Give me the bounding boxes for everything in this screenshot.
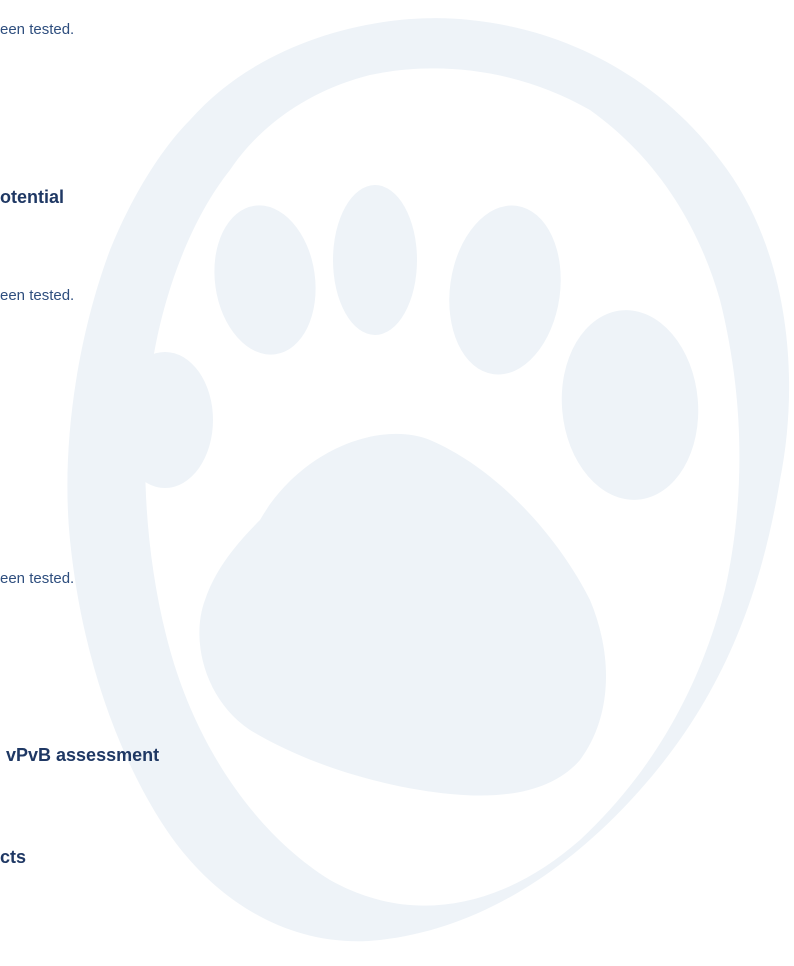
text-line-tested-3: een tested. [0,570,75,587]
text-line-tested-2: een tested. [0,287,75,304]
paw-print-icon [67,18,790,942]
text-line-tested-1: een tested. [0,21,75,38]
section-heading-effects: cts [0,847,27,867]
section-heading-vpvb-assessment: vPvB assessment [6,745,160,765]
section-heading-potential: otential [0,187,65,207]
